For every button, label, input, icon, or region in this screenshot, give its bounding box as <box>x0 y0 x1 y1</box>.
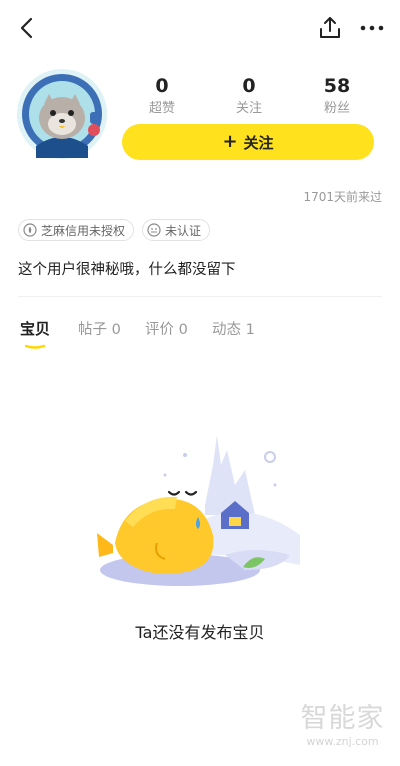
watermark-title: 智能家 <box>300 703 385 734</box>
active-tab-indicator <box>25 344 45 349</box>
stat-following-label: 关注 <box>235 101 262 116</box>
unverified-badge[interactable]: 未认证 <box>142 219 211 241</box>
tab-posts[interactable]: 帖子 0 <box>78 318 121 339</box>
more-options-icon[interactable] <box>358 14 386 42</box>
sesame-credit-badge[interactable]: 芝麻信用未授权 <box>18 219 135 241</box>
stat-likes-label: 超赞 <box>148 101 175 116</box>
tab-reviews[interactable]: 评价 0 <box>145 318 188 339</box>
stat-followers-label: 粉丝 <box>323 101 350 116</box>
stat-followers[interactable]: 58 粉丝 <box>297 74 377 118</box>
tab-activity[interactable]: 动态 1 <box>212 318 255 339</box>
section-divider <box>18 296 382 297</box>
follow-button[interactable]: + 关注 <box>122 124 374 160</box>
stat-likes[interactable]: 0 超赞 <box>122 74 202 118</box>
user-bio: 这个用户很神秘哦，什么都没留下 <box>18 262 236 278</box>
follow-button-label: 关注 <box>243 133 274 152</box>
empty-state-message: Ta还没有发布宝贝 <box>135 623 265 642</box>
last-visit-text: 1701天前来过 <box>303 190 382 204</box>
avatar[interactable] <box>16 68 108 160</box>
sesame-credit-icon <box>23 223 37 237</box>
tab-items[interactable]: 宝贝 <box>20 318 50 339</box>
unverified-face-icon <box>147 223 161 237</box>
stat-following-value: 0 <box>242 75 256 97</box>
back-icon[interactable] <box>14 14 42 42</box>
share-icon[interactable] <box>316 14 344 42</box>
stat-following[interactable]: 0 关注 <box>209 74 289 118</box>
verification-badges: 芝麻信用未授权 未认证 <box>18 219 211 241</box>
unverified-label: 未认证 <box>165 223 202 238</box>
watermark-url: www.znj.com <box>306 735 379 748</box>
empty-state-illustration <box>95 425 305 600</box>
stat-followers-value: 58 <box>323 75 351 97</box>
sesame-credit-label: 芝麻信用未授权 <box>41 223 126 238</box>
plus-icon: + <box>222 131 238 152</box>
stat-likes-value: 0 <box>155 75 169 97</box>
watermark: 智能家 www.znj.com <box>290 703 395 749</box>
top-nav-bar <box>0 0 400 56</box>
